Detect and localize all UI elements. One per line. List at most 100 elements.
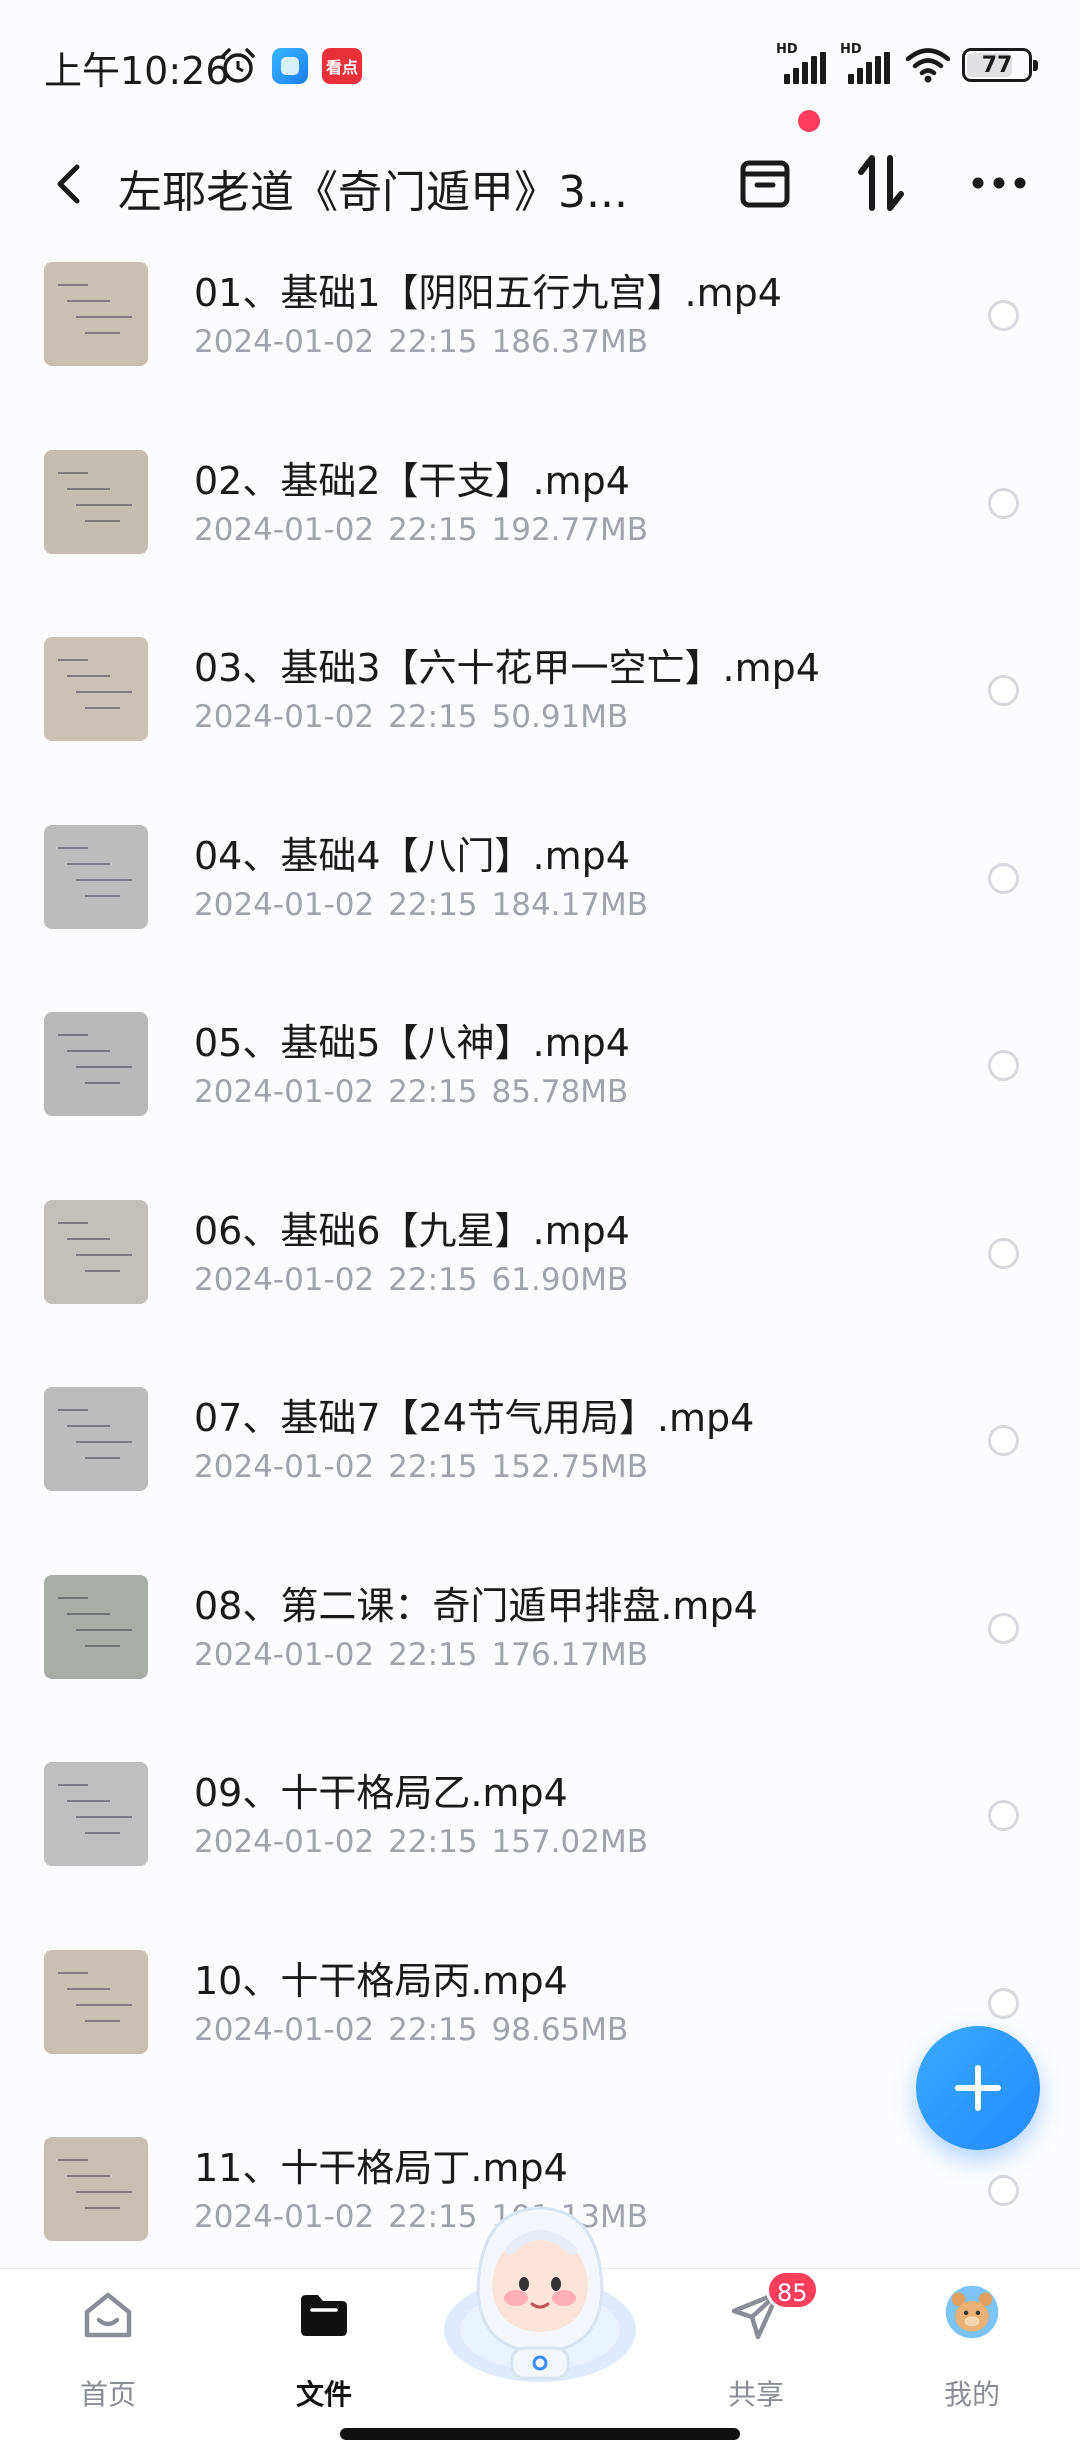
video-thumbnail	[44, 2137, 148, 2241]
alarm-icon	[221, 48, 255, 83]
plus-icon	[955, 2065, 1001, 2111]
video-thumbnail	[44, 1012, 148, 1116]
screen: 上午10:26 看点 HD HD 77 左耶老道《奇门遁甲》3... 01、基础…	[0, 0, 1080, 2460]
select-checkbox[interactable]	[988, 1425, 1019, 1456]
status-time: 上午10:26	[44, 49, 230, 93]
nav-label-home: 首页	[79, 2378, 136, 2411]
video-thumbnail	[44, 449, 148, 554]
file-meta: 2024-01-02 22:15 50.91MB	[194, 699, 628, 735]
battery-icon: 77	[962, 48, 1038, 82]
file-meta: 2024-01-02 22:15 184.17MB	[194, 887, 648, 923]
nav-label-files: 文件	[295, 2378, 352, 2411]
battery-percentage: 77	[981, 52, 1013, 78]
back-button[interactable]	[40, 144, 96, 224]
file-row[interactable]: 02、基础2【干支】.mp4 2024-01-02 22:15 192.77MB	[0, 438, 1080, 626]
select-checkbox[interactable]	[988, 300, 1019, 331]
file-date: 2024-01-02	[194, 699, 375, 735]
nav-item-home[interactable]: 首页	[38, 2287, 178, 2417]
file-row[interactable]: 08、第二课：奇门遁甲排盘.mp4 2024-01-02 22:15 176.17MB	[0, 1563, 1080, 1751]
assistant-mascot-button[interactable]	[440, 2180, 640, 2390]
select-checkbox[interactable]	[988, 1050, 1019, 1081]
video-thumbnail	[44, 1387, 148, 1491]
select-checkbox[interactable]	[988, 1612, 1019, 1644]
header: 左耶老道《奇门遁甲》3...	[0, 120, 1080, 250]
select-checkbox[interactable]	[988, 1987, 1019, 2019]
share-count-badge: 85	[766, 2270, 819, 2310]
add-button[interactable]	[916, 2026, 1040, 2150]
video-thumbnail	[44, 824, 148, 929]
folder-icon	[296, 2287, 352, 2343]
file-row[interactable]: 01、基础1【阴阳五行九宫】.mp4 2024-01-02 22:15 186.37M…	[0, 250, 1080, 438]
home-indicator[interactable]	[340, 2428, 740, 2440]
video-thumbnail	[44, 1574, 148, 1679]
file-date: 2024-01-02	[194, 1261, 375, 1298]
file-meta: 2024-01-02 22:15 152.75MB	[194, 1449, 648, 1485]
file-meta: 2024-01-02 22:15 192.77MB	[194, 512, 648, 548]
file-name: 03、基础3【六十花甲一空亡】.mp4	[194, 646, 820, 690]
file-date: 2024-01-02	[194, 1074, 375, 1110]
file-meta: 2024-01-02 22:15 61.90MB	[194, 1262, 628, 1298]
wifi-icon	[905, 48, 951, 83]
video-thumbnail	[44, 1949, 148, 2054]
file-meta: 2024-01-02 22:15 98.65MB	[194, 2012, 628, 2048]
file-date: 2024-01-02	[194, 2199, 375, 2235]
archive-box-icon	[740, 160, 790, 208]
select-checkbox[interactable]	[988, 1800, 1019, 1831]
select-checkbox[interactable]	[988, 487, 1019, 519]
nav-item-profile[interactable]: 我的	[902, 2285, 1042, 2417]
more-button[interactable]	[956, 138, 1042, 228]
select-checkbox[interactable]	[988, 675, 1019, 706]
file-size: 192.77MB	[491, 511, 648, 548]
file-time: 22:15	[388, 2011, 478, 2048]
file-time: 22:15	[388, 1074, 478, 1110]
notification-dot	[798, 110, 820, 132]
file-name: 08、第二课：奇门遁甲排盘.mp4	[194, 1583, 758, 1628]
file-meta: 2024-01-02 22:15 176.17MB	[194, 1637, 648, 1673]
signal-icon-2: HD	[840, 42, 894, 84]
archive-button[interactable]	[722, 138, 808, 228]
file-size: 186.37MB	[491, 324, 648, 360]
file-date: 2024-01-02	[194, 2011, 375, 2048]
file-size: 61.90MB	[491, 1261, 629, 1298]
nav-item-files[interactable]: 文件	[254, 2287, 394, 2417]
file-time: 22:15	[388, 1636, 478, 1673]
file-time: 22:15	[388, 324, 478, 360]
file-size: 98.65MB	[491, 2011, 629, 2048]
file-name: 10、十干格局丙.mp4	[194, 1958, 568, 2003]
file-size: 157.02MB	[491, 1824, 648, 1860]
page-title: 左耶老道《奇门遁甲》3...	[118, 167, 628, 218]
file-date: 2024-01-02	[194, 324, 375, 360]
file-row[interactable]: 05、基础5【八神】.mp4 2024-01-02 22:15 85.78MB	[0, 1000, 1080, 1188]
file-date: 2024-01-02	[194, 1824, 375, 1860]
file-name: 09、十干格局乙.mp4	[194, 1771, 568, 1815]
file-name: 02、基础2【干支】.mp4	[194, 458, 630, 503]
file-name: 01、基础1【阴阳五行九宫】.mp4	[194, 271, 782, 315]
status-icons-right: HD HD 77	[776, 42, 1038, 84]
select-checkbox[interactable]	[988, 862, 1019, 894]
app-notification-icon-red: 看点	[322, 48, 362, 84]
sort-button[interactable]	[838, 138, 924, 228]
video-thumbnail	[44, 637, 148, 741]
file-name: 04、基础4【八门】.mp4	[194, 833, 630, 878]
file-date: 2024-01-02	[194, 1449, 375, 1485]
file-size: 184.17MB	[491, 886, 648, 923]
file-row[interactable]: 09、十干格局乙.mp4 2024-01-02 22:15 157.02MB	[0, 1750, 1080, 1938]
file-size: 85.78MB	[491, 1074, 629, 1110]
file-time: 22:15	[388, 699, 478, 735]
file-date: 2024-01-02	[194, 1636, 375, 1673]
file-row[interactable]: 03、基础3【六十花甲一空亡】.mp4 2024-01-02 22:15 50.91M…	[0, 625, 1080, 813]
file-row[interactable]: 04、基础4【八门】.mp4 2024-01-02 22:15 184.17MB	[0, 813, 1080, 1001]
more-icon	[972, 177, 1026, 189]
file-name: 06、基础6【九星】.mp4	[194, 1208, 630, 1253]
file-row[interactable]: 06、基础6【九星】.mp4 2024-01-02 22:15 61.90MB	[0, 1188, 1080, 1376]
select-checkbox[interactable]	[988, 2175, 1019, 2206]
file-time: 22:15	[388, 1824, 478, 1860]
select-checkbox[interactable]	[988, 1237, 1019, 1269]
file-meta: 2024-01-02 22:15 186.37MB	[194, 324, 648, 360]
file-row[interactable]: 07、基础7【24节气用局】.mp4 2024-01-02 22:15 152.75M…	[0, 1375, 1080, 1563]
file-date: 2024-01-02	[194, 886, 375, 923]
nav-label-share: 共享	[727, 2378, 784, 2411]
mascot-icon	[444, 2206, 636, 2382]
status-icons-left: 看点	[218, 46, 362, 86]
video-thumbnail	[44, 1762, 148, 1866]
